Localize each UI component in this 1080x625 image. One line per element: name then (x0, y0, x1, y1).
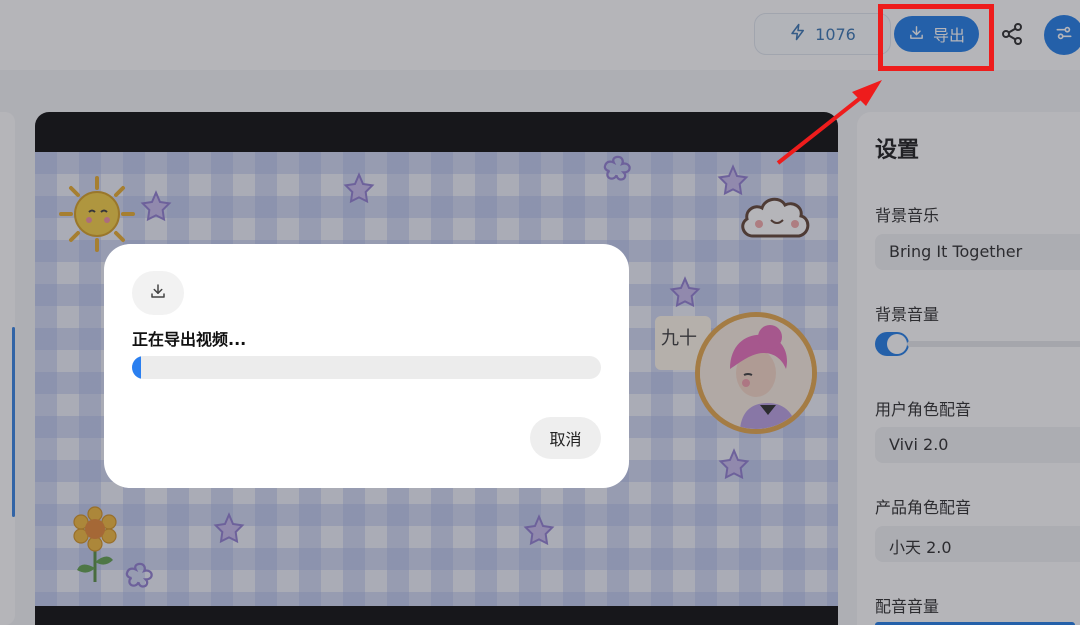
cancel-button[interactable]: 取消 (530, 417, 601, 459)
dialog-download-icon-badge (132, 271, 184, 315)
dialog-title: 正在导出视频... (132, 330, 247, 349)
download-icon (149, 282, 167, 304)
export-progress-bar (132, 356, 601, 379)
export-dialog: 正在导出视频... 取消 (104, 244, 629, 488)
export-progress-fill (132, 356, 142, 379)
annotation-highlight-box (878, 4, 994, 71)
